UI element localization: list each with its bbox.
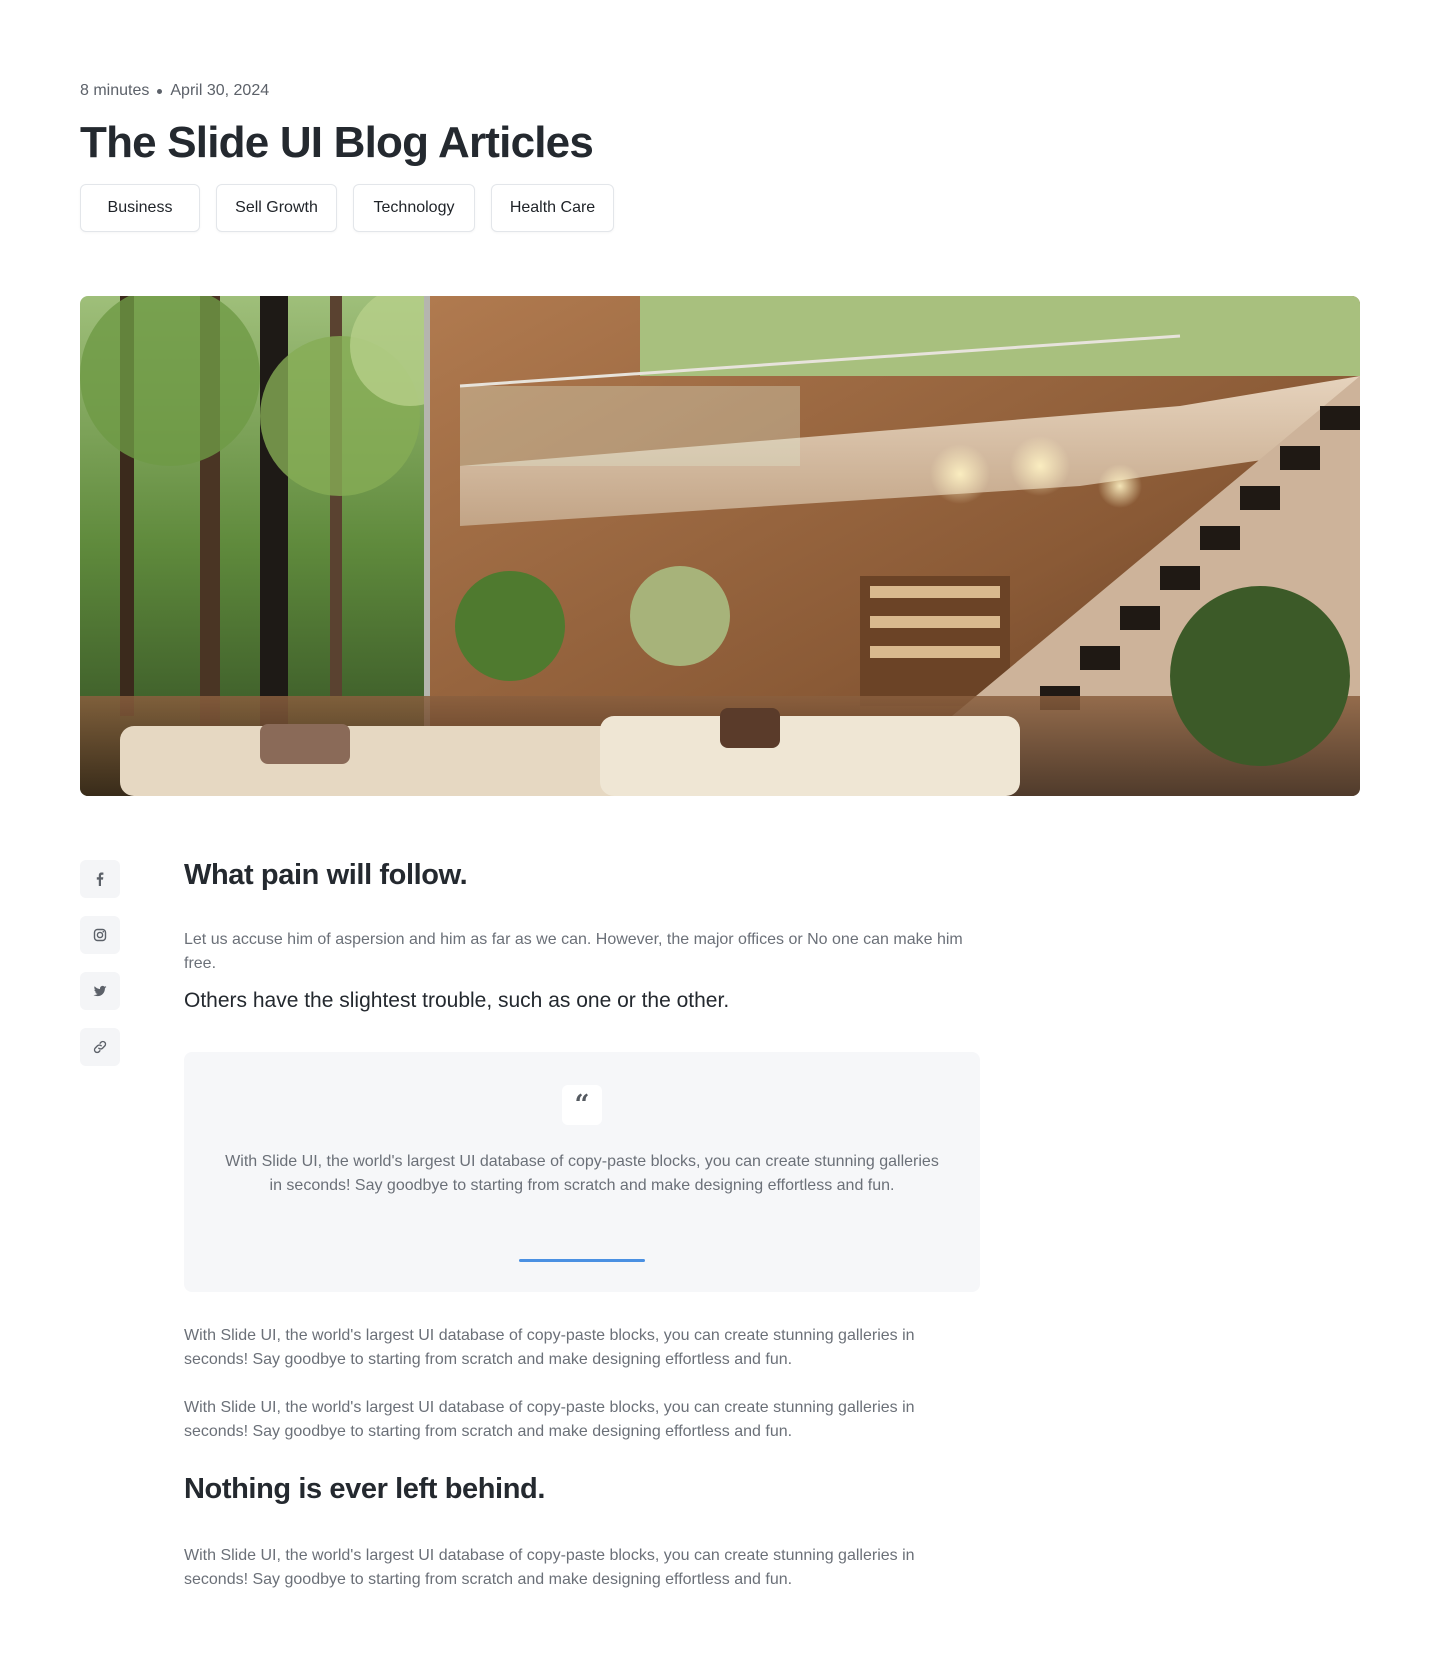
share-facebook-button[interactable]	[80, 860, 120, 898]
quote-icon: “	[562, 1085, 602, 1125]
share-twitter-button[interactable]	[80, 972, 120, 1010]
blockquote: “ With Slide UI, the world's largest UI …	[184, 1052, 980, 1292]
tag-technology[interactable]: Technology	[353, 184, 475, 232]
article-meta: 8 minutes April 30, 2024	[80, 82, 269, 100]
meta-separator-dot	[157, 88, 163, 94]
page-title: The Slide UI Blog Articles	[80, 118, 594, 167]
lead-paragraph: Others have the slightest trouble, such …	[184, 989, 730, 1012]
instagram-icon	[93, 928, 107, 942]
link-icon	[93, 1040, 107, 1054]
share-instagram-button[interactable]	[80, 916, 120, 954]
body-paragraph: With Slide UI, the world's largest UI da…	[184, 1327, 915, 1368]
tag-health-care[interactable]: Health Care	[491, 184, 614, 232]
twitter-icon	[93, 985, 107, 997]
share-bar	[80, 860, 120, 1066]
tag-sell-growth[interactable]: Sell Growth	[216, 184, 337, 232]
quote-text: With Slide UI, the world's largest UI da…	[225, 1153, 939, 1194]
body-paragraph: With Slide UI, the world's largest UI da…	[184, 1399, 915, 1440]
publish-date: April 30, 2024	[170, 82, 270, 99]
body-paragraph: Let us accuse him of aspersion and him a…	[184, 931, 963, 972]
tag-list: Business Sell Growth Technology Health C…	[80, 184, 614, 232]
facebook-icon	[96, 872, 104, 886]
hero-image	[80, 296, 1360, 796]
interior-photo-illustration	[80, 296, 1360, 796]
body-paragraph: With Slide UI, the world's largest UI da…	[184, 1547, 915, 1588]
quote-accent-bar	[519, 1259, 645, 1262]
section-heading: Nothing is ever left behind.	[184, 1473, 545, 1505]
tag-business[interactable]: Business	[80, 184, 200, 232]
share-link-button[interactable]	[80, 1028, 120, 1066]
section-heading: What pain will follow.	[184, 859, 468, 891]
read-time: 8 minutes	[80, 82, 150, 99]
